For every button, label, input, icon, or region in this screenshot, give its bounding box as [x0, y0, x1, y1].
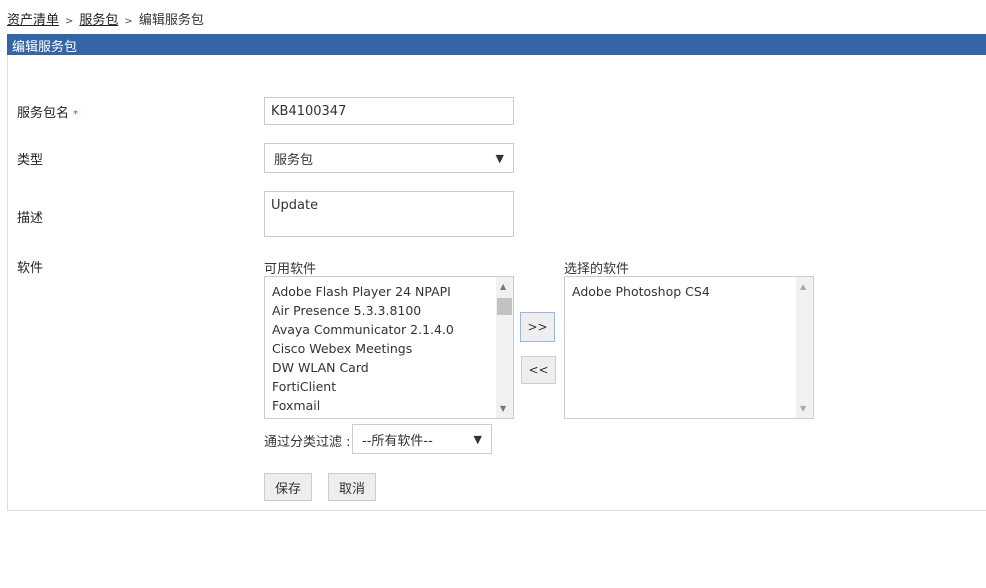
breadcrumb-separator: >	[124, 16, 133, 27]
desc-textarea[interactable]: Update	[264, 191, 514, 237]
software-option[interactable]: Air Presence 5.3.3.8100	[272, 301, 454, 320]
software-option[interactable]: Cisco Webex Meetings	[272, 339, 454, 358]
selected-software-list[interactable]: Adobe Photoshop CS4 ▲ ▼	[564, 276, 814, 419]
scroll-down-icon[interactable]: ▼	[500, 404, 506, 413]
panel-title: 编辑服务包	[7, 34, 986, 55]
type-select-value: 服务包	[274, 152, 314, 168]
filter-label: 通过分类过滤 :	[264, 435, 351, 450]
software-option[interactable]: Adobe Flash Player 24 NPAPI	[272, 282, 454, 301]
software-option[interactable]: Avaya Communicator 2.1.4.0	[272, 320, 454, 339]
available-software-label: 可用软件	[264, 262, 317, 277]
software-option[interactable]: DW WLAN Card	[272, 358, 454, 377]
filter-select-value: --所有软件--	[362, 433, 433, 449]
available-software-list[interactable]: Adobe Flash Player 24 NPAPI Air Presence …	[264, 276, 514, 419]
software-label: 软件	[17, 261, 44, 276]
scrollbar[interactable]: ▲ ▼	[496, 277, 513, 418]
scroll-up-icon[interactable]: ▲	[800, 282, 806, 291]
required-mark: *	[73, 109, 79, 120]
type-label: 类型	[17, 153, 44, 168]
breadcrumb: 资产清单 > 服务包 > 编辑服务包	[7, 9, 204, 28]
selected-software-label: 选择的软件	[564, 262, 630, 277]
name-input[interactable]: KB4100347	[264, 97, 514, 125]
software-option[interactable]: Foxmail	[272, 396, 454, 415]
chevron-down-icon: ▼	[495, 151, 504, 165]
scroll-up-icon[interactable]: ▲	[500, 282, 506, 291]
cancel-button[interactable]: 取消	[328, 473, 376, 501]
name-label: 服务包名 *	[17, 102, 78, 121]
save-button[interactable]: 保存	[264, 473, 312, 501]
breadcrumb-service-packs[interactable]: 服务包	[79, 13, 118, 28]
software-option[interactable]: Adobe Photoshop CS4	[572, 282, 710, 301]
desc-label: 描述	[17, 211, 44, 226]
remove-software-button[interactable]: <<	[521, 356, 556, 384]
scroll-down-icon[interactable]: ▼	[800, 404, 806, 413]
breadcrumb-current: 编辑服务包	[138, 13, 204, 28]
scrollbar[interactable]: ▲ ▼	[796, 277, 813, 418]
scroll-thumb[interactable]	[497, 298, 512, 315]
add-software-button[interactable]: >>	[520, 312, 555, 342]
category-filter-select[interactable]: --所有软件-- ▼	[352, 424, 492, 454]
type-select[interactable]: 服务包 ▼	[264, 143, 514, 173]
breadcrumb-asset-list[interactable]: 资产清单	[7, 13, 59, 28]
software-option[interactable]: FortiClient	[272, 377, 454, 396]
name-label-text: 服务包名	[17, 106, 70, 121]
breadcrumb-separator: >	[65, 16, 74, 27]
chevron-down-icon: ▼	[473, 432, 482, 446]
